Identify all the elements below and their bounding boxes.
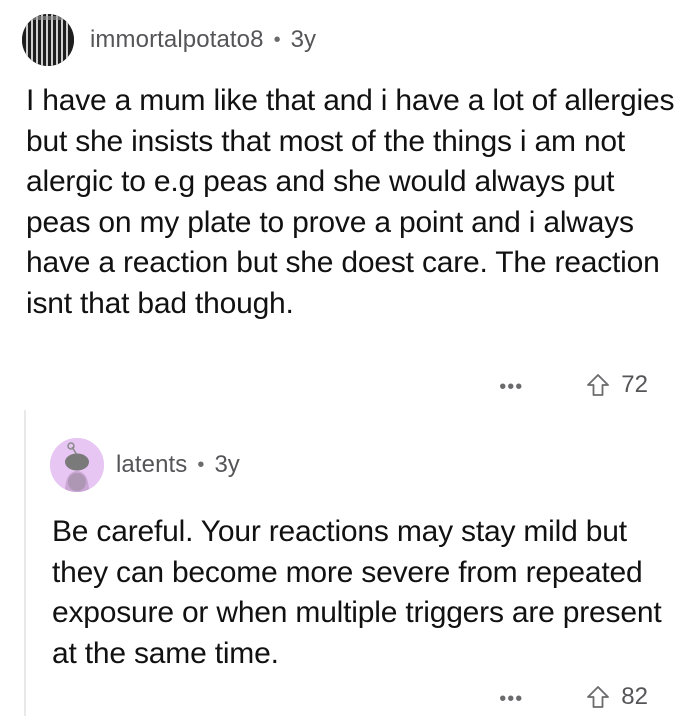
comment-age: 3y (290, 26, 316, 53)
striped-avatar-icon[interactable] (22, 14, 74, 66)
upvote-arrow-icon (587, 686, 610, 708)
comment-actions: ••• 82 (499, 672, 648, 722)
comment-header: latents • 3y (50, 438, 240, 492)
comment: immortalpotato8 • 3y I have a mum like t… (0, 0, 700, 410)
more-options-button[interactable]: ••• (499, 685, 523, 709)
more-options-button[interactable]: ••• (499, 373, 523, 397)
upvote-arrow-icon (587, 374, 610, 396)
comment-header: immortalpotato8 • 3y (22, 14, 316, 66)
upvote-button[interactable]: 72 (585, 371, 648, 399)
upvote-button[interactable]: 82 (585, 683, 648, 711)
comment-body: Be careful. Your reactions may stay mild… (52, 515, 662, 670)
meta-separator: • (273, 28, 281, 51)
vote-count: 82 (621, 683, 648, 710)
username[interactable]: latents (116, 451, 187, 479)
meta-separator: • (197, 453, 205, 476)
comment-age: 3y (214, 451, 240, 478)
snoo-avatar-icon[interactable] (50, 438, 104, 492)
username[interactable]: immortalpotato8 (90, 26, 264, 54)
comment-body: I have a mum like that and i have a lot … (26, 84, 675, 320)
vote-count: 72 (621, 371, 648, 398)
reply-comment: latents • 3y Be careful. Your reactions … (0, 410, 700, 716)
comment-actions: ••• 72 (499, 360, 648, 410)
